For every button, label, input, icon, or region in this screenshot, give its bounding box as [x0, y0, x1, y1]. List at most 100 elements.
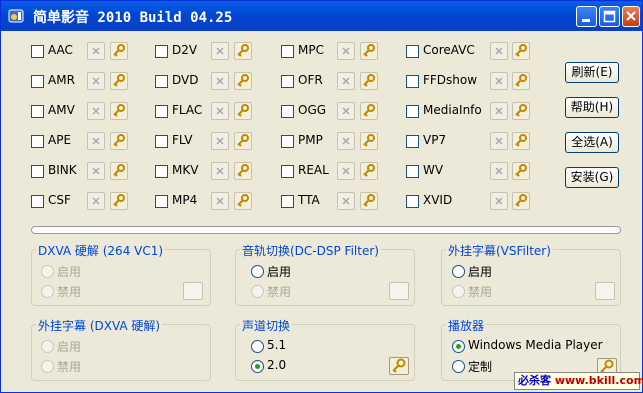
- codec-checkbox-flac[interactable]: [155, 105, 168, 118]
- configure-button[interactable]: [512, 192, 530, 210]
- uninstall-button[interactable]: [490, 162, 508, 180]
- uninstall-button[interactable]: [337, 162, 355, 180]
- select-all-button[interactable]: 全选(A): [565, 132, 619, 153]
- dxva-disable-radio[interactable]: [41, 285, 54, 298]
- x-icon: [342, 107, 350, 115]
- settings-button[interactable]: [595, 282, 615, 300]
- configure-button[interactable]: [110, 72, 128, 90]
- uninstall-button[interactable]: [87, 132, 105, 150]
- codec-checkbox-bink[interactable]: [31, 165, 44, 178]
- channel-5-1-radio[interactable]: [251, 340, 264, 353]
- uninstall-button[interactable]: [490, 72, 508, 90]
- configure-button[interactable]: [110, 192, 128, 210]
- configure-button[interactable]: [512, 102, 530, 120]
- radio-label: Windows Media Player: [468, 338, 603, 352]
- uninstall-button[interactable]: [337, 192, 355, 210]
- uninstall-button[interactable]: [211, 102, 229, 120]
- codec-checkbox-mpc[interactable]: [281, 45, 294, 58]
- uninstall-button[interactable]: [490, 132, 508, 150]
- configure-button[interactable]: [110, 162, 128, 180]
- minimize-button[interactable]: [576, 6, 597, 27]
- channel-settings-button[interactable]: [389, 357, 409, 375]
- codec-label: CSF: [48, 193, 71, 207]
- codec-checkbox-csf[interactable]: [31, 195, 44, 208]
- refresh-button[interactable]: 刷新(E): [565, 62, 619, 83]
- player-wmp-radio[interactable]: [452, 340, 465, 353]
- codec-checkbox-wv[interactable]: [406, 165, 419, 178]
- close-button[interactable]: [622, 6, 640, 27]
- install-button[interactable]: 安装(G): [565, 167, 619, 188]
- uninstall-button[interactable]: [87, 72, 105, 90]
- uninstall-button[interactable]: [211, 162, 229, 180]
- player-custom-radio[interactable]: [452, 360, 465, 373]
- codec-checkbox-dvd[interactable]: [155, 75, 168, 88]
- configure-button[interactable]: [360, 192, 378, 210]
- dxva-enable-radio[interactable]: [41, 265, 54, 278]
- uninstall-button[interactable]: [490, 102, 508, 120]
- codec-checkbox-vp7[interactable]: [406, 135, 419, 148]
- uninstall-button[interactable]: [490, 192, 508, 210]
- codec-checkbox-amv[interactable]: [31, 105, 44, 118]
- codec-checkbox-ogg[interactable]: [281, 105, 294, 118]
- codec-checkbox-ofr[interactable]: [281, 75, 294, 88]
- codec-checkbox-d2v[interactable]: [155, 45, 168, 58]
- codec-checkbox-mp4[interactable]: [155, 195, 168, 208]
- configure-button[interactable]: [110, 102, 128, 120]
- title-bar[interactable]: 简单影音 2010 Build 04.25: [1, 1, 642, 31]
- uninstall-button[interactable]: [87, 102, 105, 120]
- dxva-sub-disable-radio[interactable]: [41, 360, 54, 373]
- configure-button[interactable]: [512, 162, 530, 180]
- codec-checkbox-ffdshow[interactable]: [406, 75, 419, 88]
- uninstall-button[interactable]: [211, 72, 229, 90]
- uninstall-button[interactable]: [490, 42, 508, 60]
- uninstall-button[interactable]: [87, 192, 105, 210]
- uninstall-button[interactable]: [337, 102, 355, 120]
- codec-checkbox-real[interactable]: [281, 165, 294, 178]
- codec-checkbox-pmp[interactable]: [281, 135, 294, 148]
- uninstall-button[interactable]: [337, 42, 355, 60]
- audio-enable-radio[interactable]: [251, 265, 264, 278]
- codec-checkbox-xvid[interactable]: [406, 195, 419, 208]
- configure-button[interactable]: [360, 102, 378, 120]
- audio-disable-radio[interactable]: [251, 285, 264, 298]
- uninstall-button[interactable]: [87, 162, 105, 180]
- codec-checkbox-mkv[interactable]: [155, 165, 168, 178]
- codec-checkbox-coreavc[interactable]: [406, 45, 419, 58]
- dxva-sub-enable-radio[interactable]: [41, 340, 54, 353]
- codec-checkbox-flv[interactable]: [155, 135, 168, 148]
- configure-button[interactable]: [234, 42, 252, 60]
- uninstall-button[interactable]: [337, 72, 355, 90]
- configure-button[interactable]: [234, 192, 252, 210]
- configure-button[interactable]: [360, 72, 378, 90]
- configure-button[interactable]: [234, 102, 252, 120]
- codec-checkbox-ape[interactable]: [31, 135, 44, 148]
- uninstall-button[interactable]: [87, 42, 105, 60]
- configure-button[interactable]: [512, 72, 530, 90]
- vs-disable-radio[interactable]: [452, 285, 465, 298]
- configure-button[interactable]: [512, 132, 530, 150]
- uninstall-button[interactable]: [211, 42, 229, 60]
- channel-2-0-radio[interactable]: [251, 360, 264, 373]
- configure-button[interactable]: [360, 42, 378, 60]
- help-button[interactable]: 帮助(H): [565, 97, 619, 118]
- configure-button[interactable]: [360, 132, 378, 150]
- configure-button[interactable]: [234, 72, 252, 90]
- codec-checkbox-aac[interactable]: [31, 45, 44, 58]
- settings-button[interactable]: [389, 282, 409, 300]
- configure-button[interactable]: [234, 162, 252, 180]
- maximize-button[interactable]: [599, 6, 620, 27]
- settings-button[interactable]: [183, 282, 203, 300]
- codec-checkbox-tta[interactable]: [281, 195, 294, 208]
- configure-button[interactable]: [360, 162, 378, 180]
- uninstall-button[interactable]: [211, 192, 229, 210]
- configure-button[interactable]: [110, 132, 128, 150]
- group-title: 声道切换: [240, 317, 293, 334]
- codec-checkbox-amr[interactable]: [31, 75, 44, 88]
- uninstall-button[interactable]: [337, 132, 355, 150]
- configure-button[interactable]: [110, 42, 128, 60]
- uninstall-button[interactable]: [211, 132, 229, 150]
- codec-checkbox-mediainfo[interactable]: [406, 105, 419, 118]
- configure-button[interactable]: [234, 132, 252, 150]
- configure-button[interactable]: [512, 42, 530, 60]
- vs-enable-radio[interactable]: [452, 265, 465, 278]
